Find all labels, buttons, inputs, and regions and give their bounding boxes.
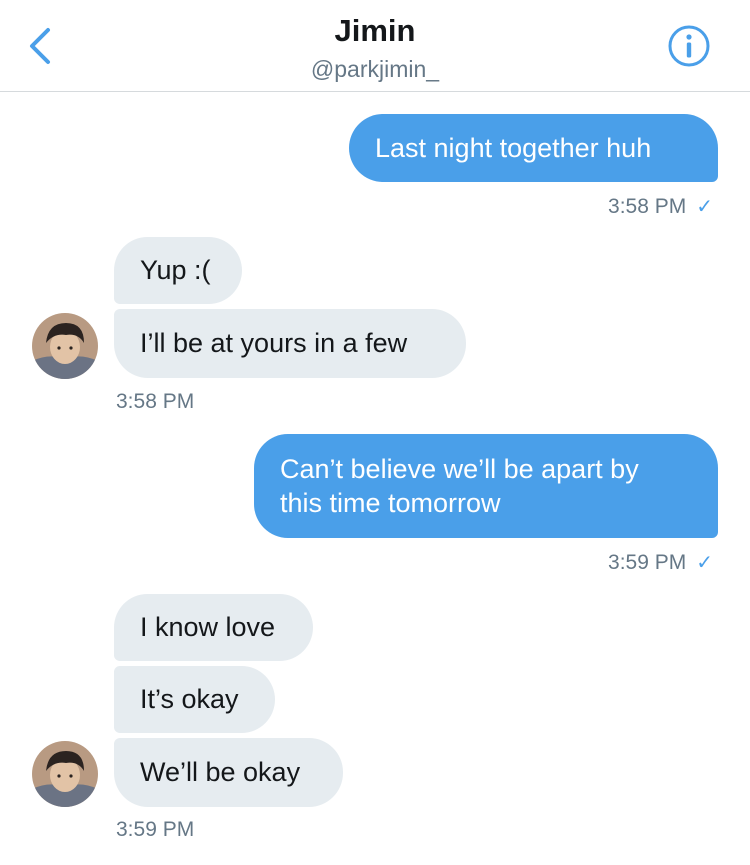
message-timestamp: 3:59 PM <box>116 818 195 841</box>
message-text-line: this time tomorrow <box>280 488 501 518</box>
message-bubble-incoming[interactable]: We’ll be okay <box>114 738 343 807</box>
message-timestamp: 3:58 PM ✓ <box>608 195 713 218</box>
message-bubble-incoming[interactable]: It’s okay <box>114 666 275 733</box>
message-bubble-incoming[interactable]: Yup :( <box>114 237 242 304</box>
read-check-icon: ✓ <box>696 552 713 574</box>
read-check-icon: ✓ <box>696 196 713 218</box>
info-icon <box>668 25 710 67</box>
message-text: Yup :( <box>140 255 211 285</box>
conversation-handle: @parkjimin_ <box>310 56 440 82</box>
message-timestamp: 3:58 PM <box>116 390 195 413</box>
avatar[interactable] <box>32 313 98 379</box>
message-bubble-incoming[interactable]: I’ll be at yours in a few <box>114 309 466 378</box>
avatar[interactable] <box>32 741 98 807</box>
profile-photo <box>32 741 98 807</box>
message-text: I’ll be at yours in a few <box>140 328 408 358</box>
message-text: It’s okay <box>140 684 239 714</box>
message-timestamp: 3:59 PM ✓ <box>608 551 713 574</box>
profile-photo <box>32 313 98 379</box>
message-text: We’ll be okay <box>140 757 301 787</box>
message-bubble-outgoing[interactable]: Last night together huh <box>349 114 718 182</box>
conversation-title: Jimin <box>334 13 416 48</box>
message-text: I know love <box>140 612 276 642</box>
info-button[interactable] <box>667 24 711 68</box>
message-bubble-incoming[interactable]: I know love <box>114 594 313 661</box>
message-bubble-outgoing[interactable]: Can’t believe we’ll be apart by this tim… <box>254 434 718 538</box>
message-text: Last night together huh <box>375 133 652 163</box>
message-text-line: Can’t believe we’ll be apart by <box>280 454 639 484</box>
conversation-header: Jimin @parkjimin_ <box>0 0 750 92</box>
